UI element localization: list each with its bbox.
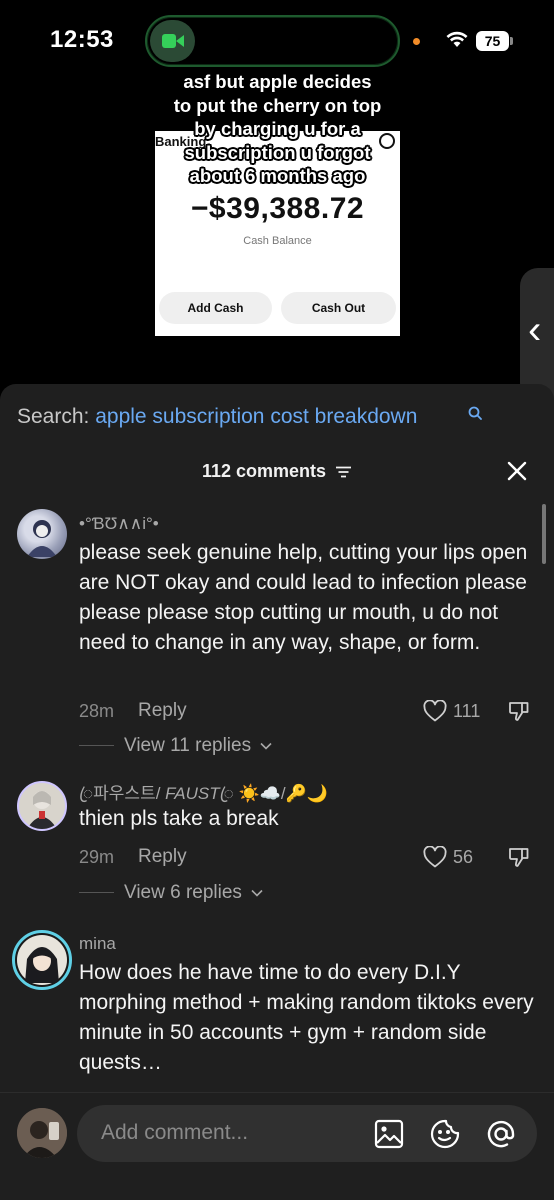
comment-item: mina How does he have time to do every D…: [0, 927, 554, 1087]
add-cash-button: Add Cash: [159, 292, 272, 324]
view-replies-label: View 6 replies: [124, 882, 242, 903]
comment-item: ꦿ파우스트/ FAUSTꦿ ☀️☁️/🔑🌙 thien pls take a b…: [0, 779, 554, 919]
avatar[interactable]: [17, 781, 67, 831]
comment-item: •°ƁƱ∧∧i°• please seek genuine help, cutt…: [0, 508, 554, 758]
replies-divider: [79, 745, 114, 746]
username-part: ꦿ파우스트/: [79, 784, 161, 803]
dynamic-island[interactable]: [145, 15, 400, 67]
my-avatar[interactable]: [17, 1108, 67, 1158]
video-caption: asf but apple decides to put the cherry …: [150, 70, 405, 188]
image-icon[interactable]: [374, 1119, 404, 1149]
caption-line: to put the cherry on top: [173, 94, 382, 116]
comments-panel: Search: apple subscription cost breakdow…: [0, 384, 554, 1200]
view-replies-button[interactable]: View 6 replies: [124, 882, 263, 904]
comment-count: 112 comments: [201, 461, 327, 481]
username-part: FAUST: [165, 784, 220, 803]
dislike-icon[interactable]: [507, 699, 531, 723]
comment-time: 29m: [79, 847, 115, 867]
heart-icon[interactable]: [423, 700, 447, 722]
comment-time: 28m: [79, 701, 115, 721]
chevron-left-icon: ‹: [528, 308, 542, 352]
status-bar: 12:53 75: [0, 0, 554, 80]
search-icon[interactable]: [468, 406, 482, 420]
mention-icon[interactable]: [486, 1119, 516, 1149]
username-part: ꦿ ☀️☁️/🔑🌙: [219, 784, 328, 803]
comment-count-header: 112 comments: [0, 461, 554, 482]
battery-tip: [510, 37, 513, 45]
replies-divider: [79, 892, 114, 893]
cash-balance-amount: −$39,388.72: [190, 192, 365, 225]
battery-icon: 75: [476, 31, 509, 51]
close-icon[interactable]: [505, 459, 529, 483]
comment-placeholder: Add comment...: [101, 1121, 249, 1144]
comment-input-bar: Add comment...: [0, 1092, 554, 1200]
caption-line: by charging u for a: [194, 118, 361, 139]
microphone-indicator-icon: [413, 38, 420, 45]
avatar[interactable]: [12, 930, 72, 990]
cash-balance-label: Cash Balance: [243, 235, 312, 247]
chevron-down-icon: [260, 742, 272, 750]
heart-icon[interactable]: [423, 846, 447, 868]
comment-text: thien pls take a break: [79, 807, 279, 830]
search-query-link[interactable]: apple subscription cost breakdown: [95, 405, 417, 428]
comment-text: please seek genuine help, cutting your l…: [79, 541, 528, 654]
reply-button[interactable]: Reply: [138, 700, 187, 722]
comment-text: How does he have time to do every D.I.Y …: [79, 961, 534, 1074]
search-prefix: Search:: [17, 405, 90, 428]
wifi-icon: [446, 31, 468, 47]
emoji-sticker-icon[interactable]: [430, 1119, 460, 1149]
status-time: 12:53: [50, 26, 114, 53]
avatar[interactable]: [17, 509, 67, 559]
comment-username[interactable]: mina: [79, 934, 116, 954]
side-panel-tab[interactable]: ‹: [520, 268, 554, 401]
cash-out-button: Cash Out: [281, 292, 396, 324]
dislike-icon[interactable]: [507, 845, 531, 869]
reply-button[interactable]: Reply: [138, 846, 187, 868]
facetime-camera-icon: [150, 20, 195, 62]
like-count: 56: [453, 847, 474, 867]
sort-icon[interactable]: [335, 466, 352, 478]
comment-username[interactable]: •°ƁƱ∧∧i°•: [79, 514, 159, 534]
search-suggestion[interactable]: Search: apple subscription cost breakdow…: [17, 405, 417, 429]
like-count: 111: [453, 701, 481, 721]
comment-input[interactable]: Add comment...: [77, 1105, 537, 1162]
caption-line: about 6 months ago: [189, 165, 366, 186]
caption-line: subscription u forgot: [184, 141, 371, 163]
view-replies-button[interactable]: View 11 replies: [124, 735, 272, 757]
view-replies-label: View 11 replies: [124, 735, 252, 756]
chevron-down-icon: [251, 889, 263, 897]
